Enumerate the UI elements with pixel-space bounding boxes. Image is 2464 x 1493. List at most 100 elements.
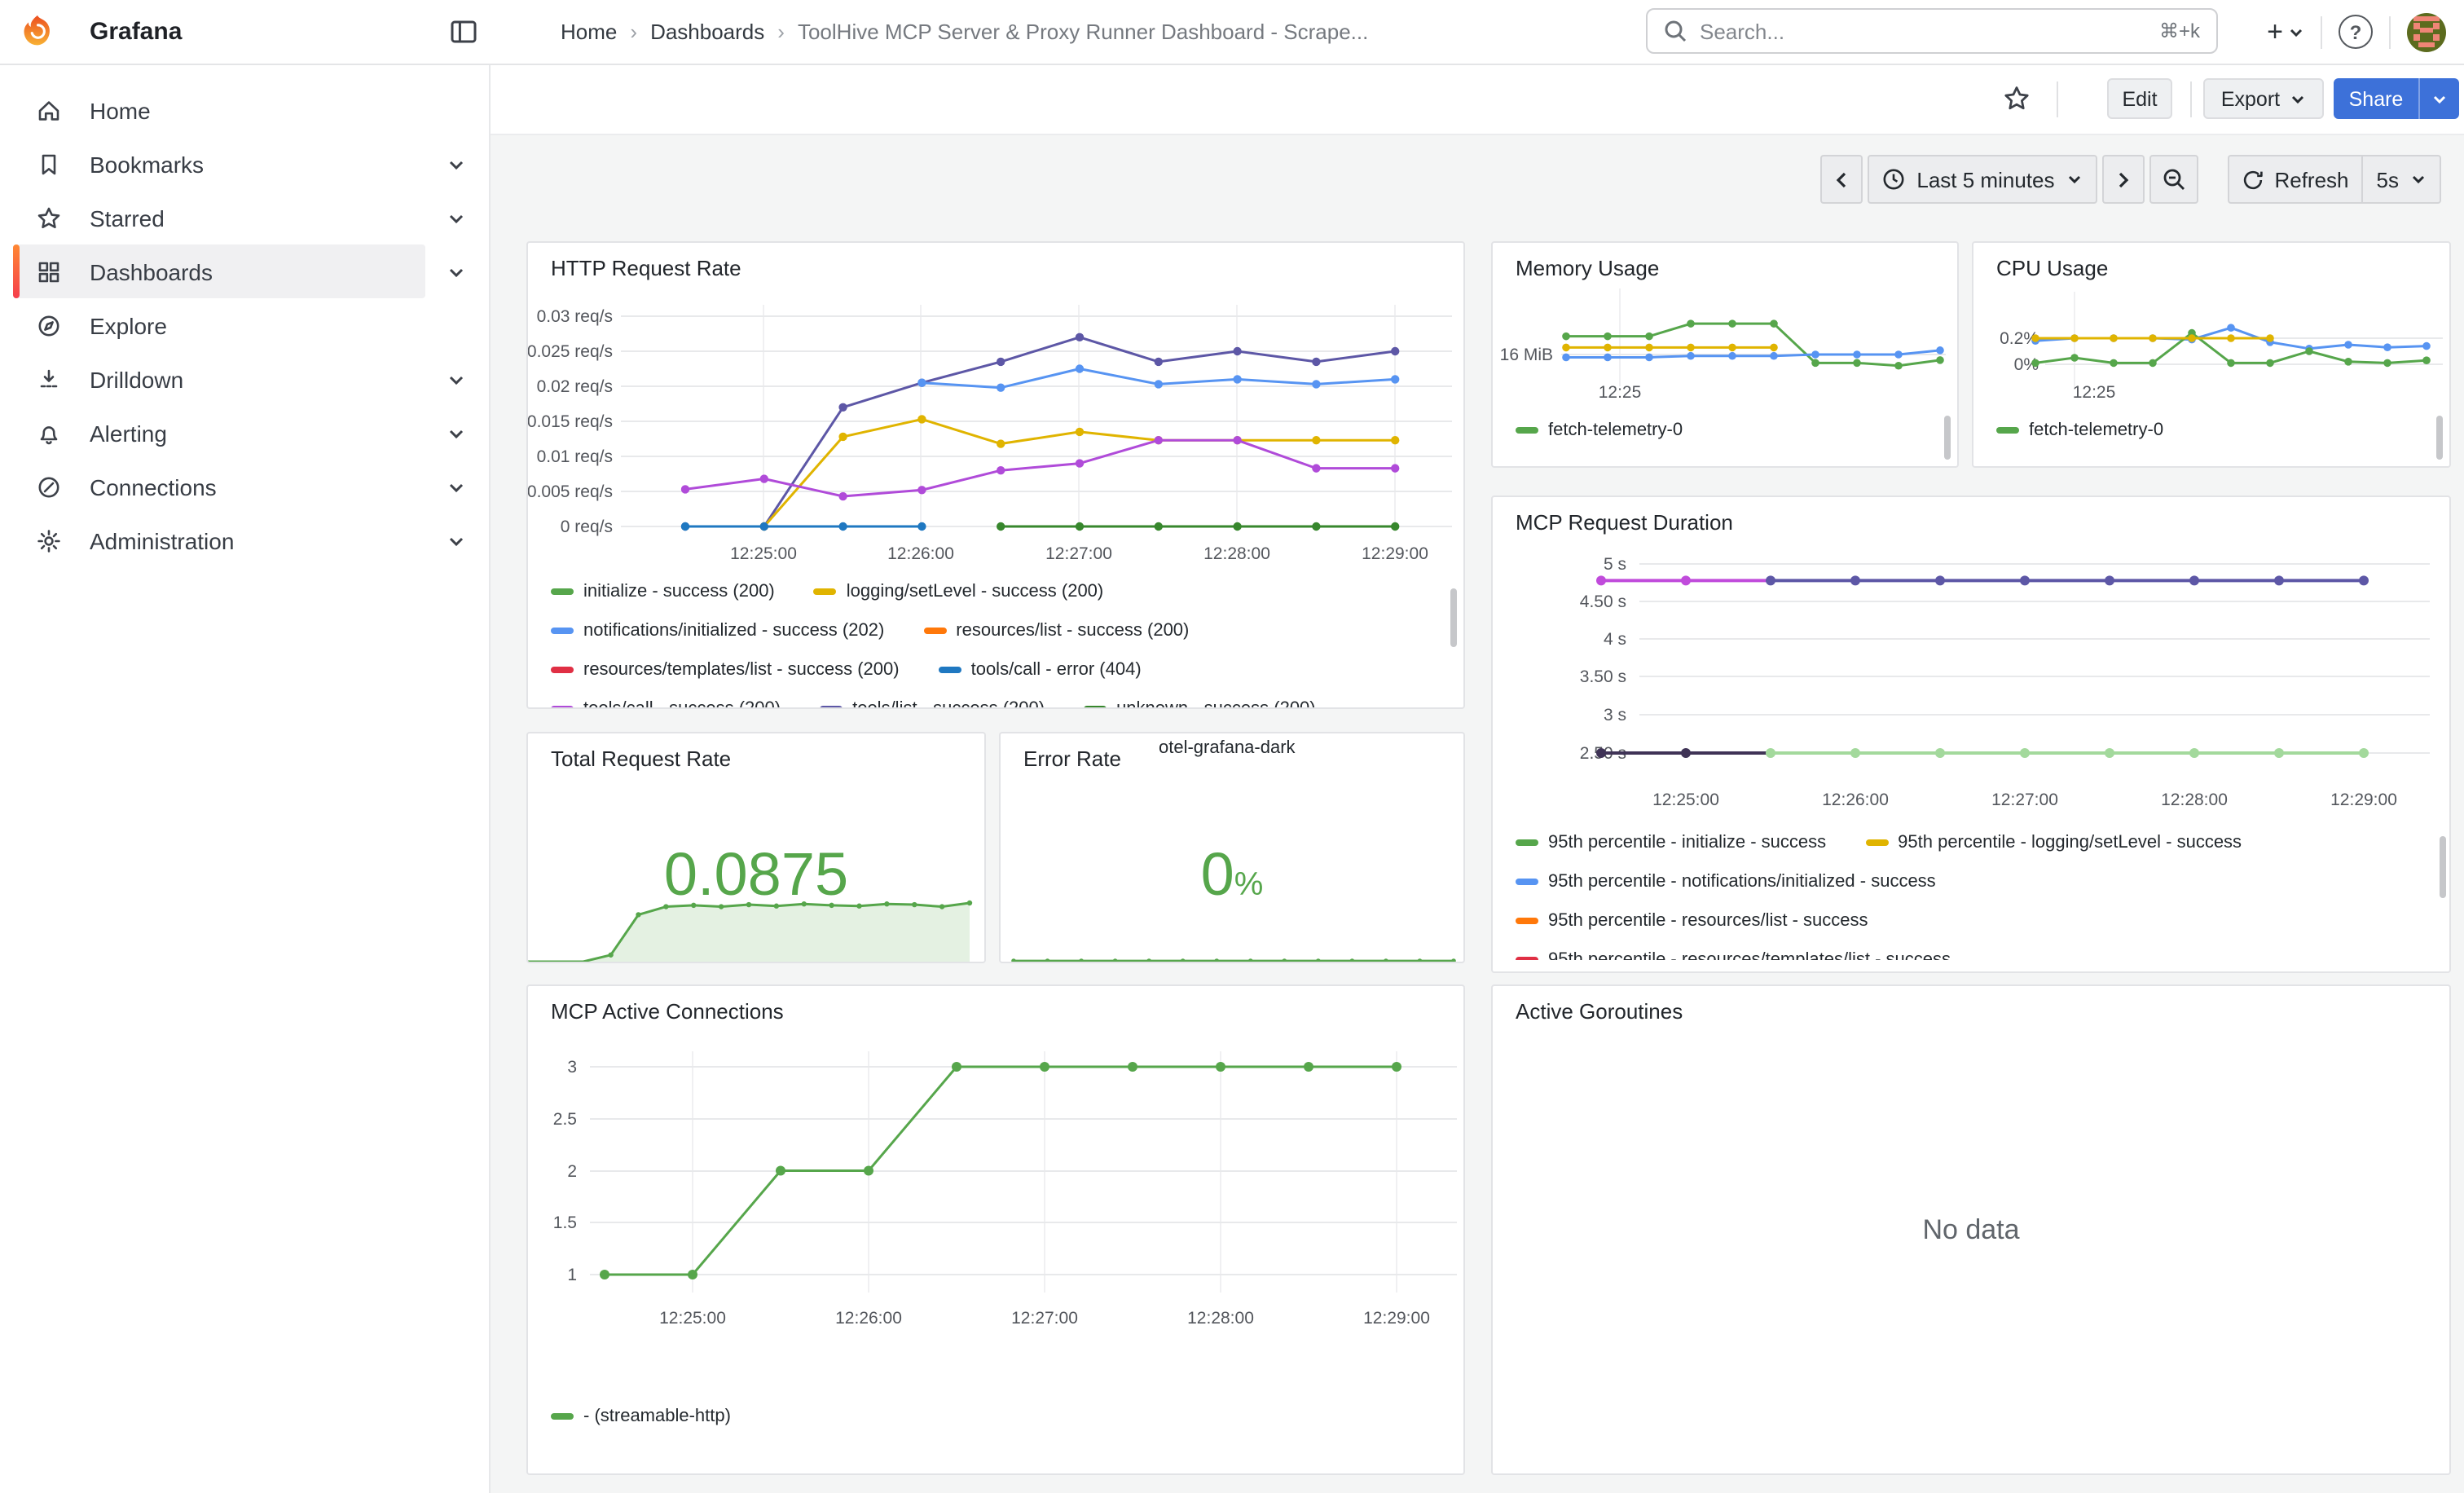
chevron-down-icon[interactable] [447,422,466,442]
legend-item[interactable]: resources/list - success (200) [923,621,1189,641]
legend-item[interactable]: - (streamable-http) [551,1407,731,1426]
legend-item[interactable]: tools/call - success (200) [551,699,781,707]
legend-item[interactable]: resources/templates/list - success (200) [551,660,900,680]
svg-text:12:25:00: 12:25:00 [730,544,797,563]
legend-scrollbar[interactable] [2440,836,2446,898]
refresh-button[interactable]: Refresh [2227,155,2361,204]
sidebar-item-administration[interactable]: Administration [13,513,425,567]
legend-label: unknown - success (200) [1116,699,1316,707]
sidebar-toggle-icon[interactable] [450,18,477,46]
top-nav-bar: Grafana Home›Dashboards›ToolHive MCP Ser… [0,0,2464,65]
svg-text:12:26:00: 12:26:00 [887,544,954,563]
legend-item[interactable]: 95th percentile - initialize - success [1516,833,1826,852]
legend-item[interactable]: logging/setLevel - success (200) [814,582,1104,601]
svg-text:3 s: 3 s [1604,706,1626,724]
refresh-icon [2242,169,2263,190]
share-button[interactable]: Share [2334,78,2418,119]
chevron-down-icon[interactable] [447,530,466,549]
chevron-down-icon[interactable] [447,261,466,280]
svg-text:12:25: 12:25 [1599,383,1642,402]
sidebar-item-alerting[interactable]: Alerting [13,406,425,460]
grafana-logo-icon[interactable] [20,13,55,49]
panel-memory-usage: Memory Usage 16 MiB12:25 fetch-telemetry… [1491,241,1959,468]
legend-swatch [1516,839,1538,846]
svg-text:2.5: 2.5 [553,1110,577,1129]
svg-text:1: 1 [567,1266,577,1284]
gear-icon [36,527,62,553]
svg-text:12:27:00: 12:27:00 [1011,1309,1078,1328]
svg-text:12:29:00: 12:29:00 [1363,1309,1430,1328]
sidebar-item-starred[interactable]: Starred [13,191,425,244]
zoom-out-icon [2162,168,2185,191]
panel-title[interactable]: Error Rate [1023,746,1121,771]
bookmark-icon [36,151,62,177]
share-menu-button[interactable] [2418,78,2459,119]
panel-title[interactable]: MCP Active Connections [551,999,784,1024]
edit-button[interactable]: Edit [2107,78,2172,119]
zoom-out-button[interactable] [2149,155,2198,204]
divider [2389,15,2391,48]
chevron-down-icon [2431,90,2448,107]
panel-title[interactable]: Memory Usage [1516,256,1659,280]
sidebar-item-bookmarks[interactable]: Bookmarks [13,137,425,191]
search-input[interactable]: Search... ⌘+k [1646,8,2218,54]
add-new-button[interactable]: + [2267,15,2304,48]
chevron-down-icon[interactable] [447,207,466,227]
chevron-down-icon[interactable] [447,368,466,388]
refresh-interval-picker[interactable]: 5s [2362,155,2441,204]
help-icon[interactable]: ? [2339,15,2373,49]
legend-label: 95th percentile - notifications/initiali… [1548,872,1936,892]
time-range-picker[interactable]: Last 5 minutes [1868,155,2097,204]
breadcrumb-item[interactable]: Dashboards [650,20,764,44]
star-dashboard-button[interactable] [2003,85,2031,112]
legend-swatch [1516,427,1538,434]
search-placeholder: Search... [1700,19,1784,43]
legend-item[interactable]: 95th percentile - notifications/initiali… [1516,872,1936,892]
svg-text:0 req/s: 0 req/s [561,517,613,536]
legend-item[interactable]: 95th percentile - resources/templates/li… [1516,950,1951,960]
legend-item[interactable]: tools/call - error (404) [939,660,1142,680]
sidebar-item-dashboards[interactable]: Dashboards [13,244,425,298]
no-data-message: No data [1493,1214,2449,1247]
star-icon [36,205,62,231]
chevron-down-icon[interactable] [447,476,466,495]
legend-scrollbar[interactable] [2436,416,2443,460]
panel-title[interactable]: MCP Request Duration [1516,510,1733,535]
avatar[interactable] [2407,12,2446,51]
export-button[interactable]: Export [2203,78,2324,119]
time-shift-back-button[interactable] [1820,155,1863,204]
total-request-rate-value: 0.0875 [528,841,984,909]
svg-text:4.50 s: 4.50 s [1580,592,1626,611]
legend-item[interactable]: fetch-telemetry-0 [1516,421,1683,440]
chevron-down-icon[interactable] [447,153,466,173]
legend-scrollbar[interactable] [1450,588,1457,647]
legend-swatch [1516,918,1538,924]
legend-label: notifications/initialized - success (202… [583,621,884,641]
svg-text:0.015 req/s: 0.015 req/s [528,412,613,431]
legend-item[interactable]: 95th percentile - resources/list - succe… [1516,911,1868,931]
sidebar-item-home[interactable]: Home [13,83,425,137]
legend-item[interactable]: unknown - success (200) [1084,699,1316,707]
time-range-label: Last 5 minutes [1916,167,2054,192]
panel-title[interactable]: Total Request Rate [551,746,731,771]
sidebar-item-label: Home [90,97,151,123]
panel-title[interactable]: CPU Usage [1996,256,2108,280]
legend-item[interactable]: initialize - success (200) [551,582,775,601]
chevron-down-icon [2290,90,2306,107]
link-icon [36,473,62,500]
legend-scrollbar[interactable] [1944,416,1951,460]
legend-item[interactable]: tools/list - success (200) [820,699,1045,707]
sidebar-item-label: Connections [90,473,217,500]
sidebar-item-drilldown[interactable]: Drilldown [13,352,425,406]
sidebar-item-explore[interactable]: Explore [13,298,425,352]
breadcrumb-item[interactable]: Home [561,20,617,44]
sidebar-item-connections[interactable]: Connections [13,460,425,513]
sidebar-item-label: Alerting [90,420,167,446]
legend-item[interactable]: notifications/initialized - success (202… [551,621,884,641]
legend-label: tools/list - success (200) [852,699,1045,707]
time-shift-forward-button[interactable] [2101,155,2144,204]
legend-item[interactable]: fetch-telemetry-0 [1996,421,2163,440]
panel-title[interactable]: HTTP Request Rate [551,256,741,280]
panel-title[interactable]: Active Goroutines [1516,999,1683,1024]
legend-item[interactable]: 95th percentile - logging/setLevel - suc… [1865,833,2242,852]
